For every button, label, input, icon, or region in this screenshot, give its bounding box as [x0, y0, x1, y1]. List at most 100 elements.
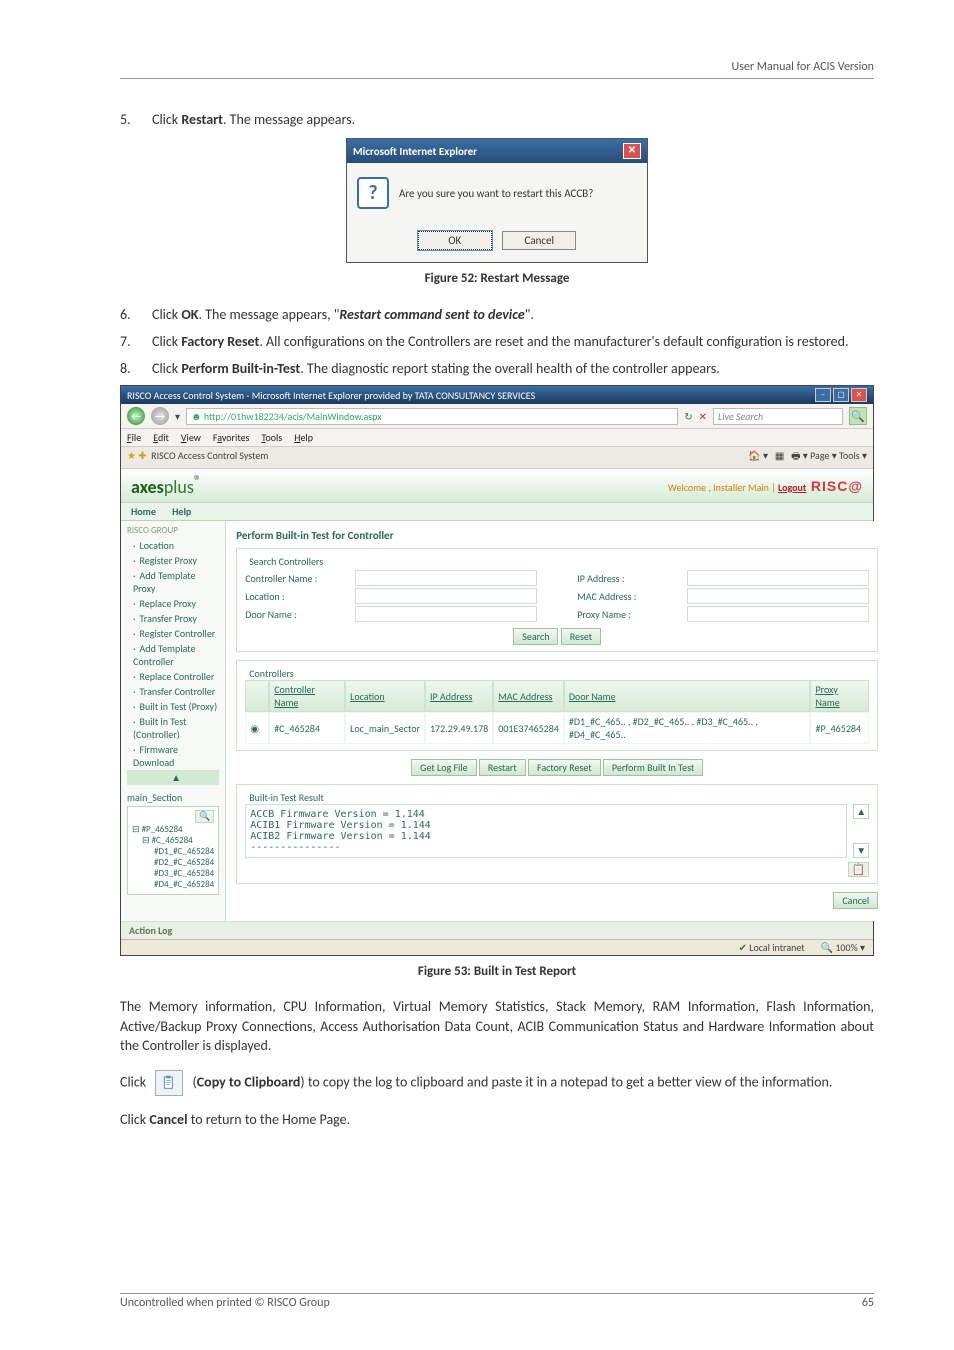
cancel-button[interactable]: Cancel: [502, 231, 576, 250]
tab-help[interactable]: Help: [172, 505, 191, 518]
input-door-name[interactable]: [355, 606, 537, 622]
toolbar-right[interactable]: 🏠 ▾ ▦ 🖶 ▾ Page ▾ Tools ▾: [748, 449, 867, 466]
figure-53-caption: Figure 53: Built in Test Report: [120, 964, 874, 979]
row-select[interactable]: ◉: [245, 712, 269, 744]
print-icon[interactable]: 🖶: [791, 449, 800, 462]
legend-controllers: Controllers: [245, 667, 298, 680]
sidebar-item-register-controller[interactable]: Register Controller: [127, 626, 219, 641]
close-icon[interactable]: ✕: [623, 143, 641, 159]
input-controller-name[interactable]: [355, 570, 537, 586]
legend-search: Search Controllers: [245, 555, 327, 568]
close-window-icon[interactable]: ✕: [851, 388, 867, 402]
footer-left: Uncontrolled when printed © RISCO Group: [120, 1296, 330, 1310]
restart-button[interactable]: Restart: [479, 759, 526, 776]
stop-icon[interactable]: ✕: [699, 410, 707, 423]
get-log-button[interactable]: Get Log File: [411, 759, 476, 776]
perform-bit-button[interactable]: Perform Built In Test: [603, 759, 703, 776]
sidebar-item-bit-proxy[interactable]: Built in Test (Proxy): [127, 699, 219, 714]
menu-bar: File Edit View Favorites Tools Help: [121, 429, 873, 447]
sidebar-group: RISCO GROUP: [127, 525, 219, 536]
lbl-proxy: Proxy Name :: [577, 608, 687, 621]
zone-icon: ✔: [739, 941, 747, 954]
search-icon[interactable]: 🔍: [849, 407, 867, 425]
paragraph-1: The Memory information, CPU Information,…: [120, 997, 874, 1056]
copy-icon[interactable]: 📋: [848, 862, 870, 877]
sidebar-item-firmware[interactable]: Firmware Download: [127, 742, 219, 770]
cell-proxy: #P_465284: [810, 712, 869, 744]
browser-tab[interactable]: RISCO Access Control System: [151, 449, 268, 462]
col-ip[interactable]: IP Address: [425, 680, 493, 712]
sidebar-item-register-proxy[interactable]: Register Proxy: [127, 553, 219, 568]
figure-52-caption: Figure 52: Restart Message: [120, 271, 874, 286]
ok-button[interactable]: OK: [418, 231, 492, 250]
sidebar-item-transfer-proxy[interactable]: Transfer Proxy: [127, 611, 219, 626]
col-name[interactable]: Controller Name: [269, 680, 345, 712]
tree-search-icon[interactable]: 🔍: [195, 810, 214, 823]
fieldset-controllers: Controllers Controller Name Location IP …: [236, 660, 878, 751]
col-proxy[interactable]: Proxy Name: [810, 680, 869, 712]
tree-node-d4[interactable]: #D4_#C_465284: [132, 879, 214, 890]
list-num-6: 6.: [120, 304, 138, 325]
main-cancel-button[interactable]: Cancel: [833, 892, 878, 909]
menu-file[interactable]: File: [127, 431, 141, 444]
input-proxy[interactable]: [687, 606, 869, 622]
sidebar: RISCO GROUP Location Register Proxy Add …: [121, 521, 226, 921]
input-ip[interactable]: [687, 570, 869, 586]
search-button[interactable]: Search: [513, 628, 558, 645]
maximize-icon[interactable]: ▢: [833, 388, 849, 402]
menu-edit[interactable]: Edit: [153, 431, 169, 444]
scroll-down-icon[interactable]: ▼: [853, 843, 869, 858]
table-row[interactable]: ◉ #C_465284 Loc_main_Sector 172.29.49.17…: [245, 712, 869, 744]
sidebar-item-replace-controller[interactable]: Replace Controller: [127, 669, 219, 684]
zoom-label[interactable]: 🔍 100% ▾: [821, 941, 865, 954]
sidebar-section: main_Section: [127, 791, 219, 804]
scroll-up-icon[interactable]: ▲: [853, 804, 869, 819]
lbl-location: Location :: [245, 590, 355, 603]
fieldset-result: Built-in Test Result ACCB Firmware Versi…: [236, 784, 878, 884]
address-bar[interactable]: ☻ http://01hw182234/acis/MainWindow.aspx: [186, 408, 678, 425]
numbered-list: 5. Click Restart. The message appears.: [120, 109, 874, 130]
action-log-header[interactable]: Action Log: [121, 921, 873, 939]
feeds-icon[interactable]: ▦: [775, 449, 784, 462]
menu-view[interactable]: View: [181, 431, 201, 444]
main-panel: Perform Built-in Test for Controller Sea…: [226, 521, 888, 921]
col-location[interactable]: Location: [345, 680, 425, 712]
sidebar-item-transfer-controller[interactable]: Transfer Controller: [127, 684, 219, 699]
legend-result: Built-in Test Result: [245, 791, 328, 804]
sidebar-item-replace-proxy[interactable]: Replace Proxy: [127, 596, 219, 611]
reset-button[interactable]: Reset: [561, 628, 601, 645]
search-box[interactable]: Live Search: [713, 408, 843, 425]
sidebar-item-add-template-controller[interactable]: Add Template Controller: [127, 641, 219, 669]
sidebar-item-bit-controller[interactable]: Built in Test (Controller): [127, 714, 219, 742]
col-door[interactable]: Door Name: [564, 680, 811, 712]
menu-favorites[interactable]: Favorites: [213, 431, 250, 444]
dialog-message: Are you sure you want to restart this AC…: [399, 187, 593, 200]
minimize-icon[interactable]: –: [815, 388, 831, 402]
refresh-icon[interactable]: ↻: [684, 410, 692, 423]
back-icon[interactable]: ←: [127, 407, 145, 425]
dialog-title: Microsoft Internet Explorer: [353, 145, 477, 158]
col-mac[interactable]: MAC Address: [493, 680, 564, 712]
tree-node-d2[interactable]: #D2_#C_465284: [132, 857, 214, 868]
favorites-icon[interactable]: ★: [127, 449, 136, 462]
factory-reset-button[interactable]: Factory Reset: [528, 759, 601, 776]
add-favorite-icon[interactable]: ✚: [138, 449, 146, 462]
menu-help[interactable]: Help: [294, 431, 313, 444]
browser-window: RISCO Access Control System - Microsoft …: [120, 385, 874, 956]
lbl-controller-name: Controller Name :: [245, 572, 355, 585]
sidebar-item-location[interactable]: Location: [127, 538, 219, 553]
home-icon[interactable]: 🏠: [748, 449, 760, 462]
risco-logo: RISC@: [811, 478, 863, 494]
input-location[interactable]: [355, 588, 537, 604]
logout-link[interactable]: Logout: [778, 481, 806, 494]
tab-home[interactable]: Home: [131, 505, 156, 518]
menu-tools[interactable]: Tools: [261, 431, 282, 444]
tree-node-d3[interactable]: #D3_#C_465284: [132, 868, 214, 879]
tree-node-d1[interactable]: #D1_#C_465284: [132, 846, 214, 857]
tree-node-c[interactable]: ⊟ #C_465284: [132, 835, 214, 846]
tree-node-p[interactable]: ⊟ #P_465284: [132, 824, 214, 835]
sidebar-item-add-template-proxy[interactable]: Add Template Proxy: [127, 568, 219, 596]
list-text-7: Click Factory Reset. All configurations …: [152, 331, 874, 352]
input-mac[interactable]: [687, 588, 869, 604]
forward-icon[interactable]: →: [151, 407, 169, 425]
